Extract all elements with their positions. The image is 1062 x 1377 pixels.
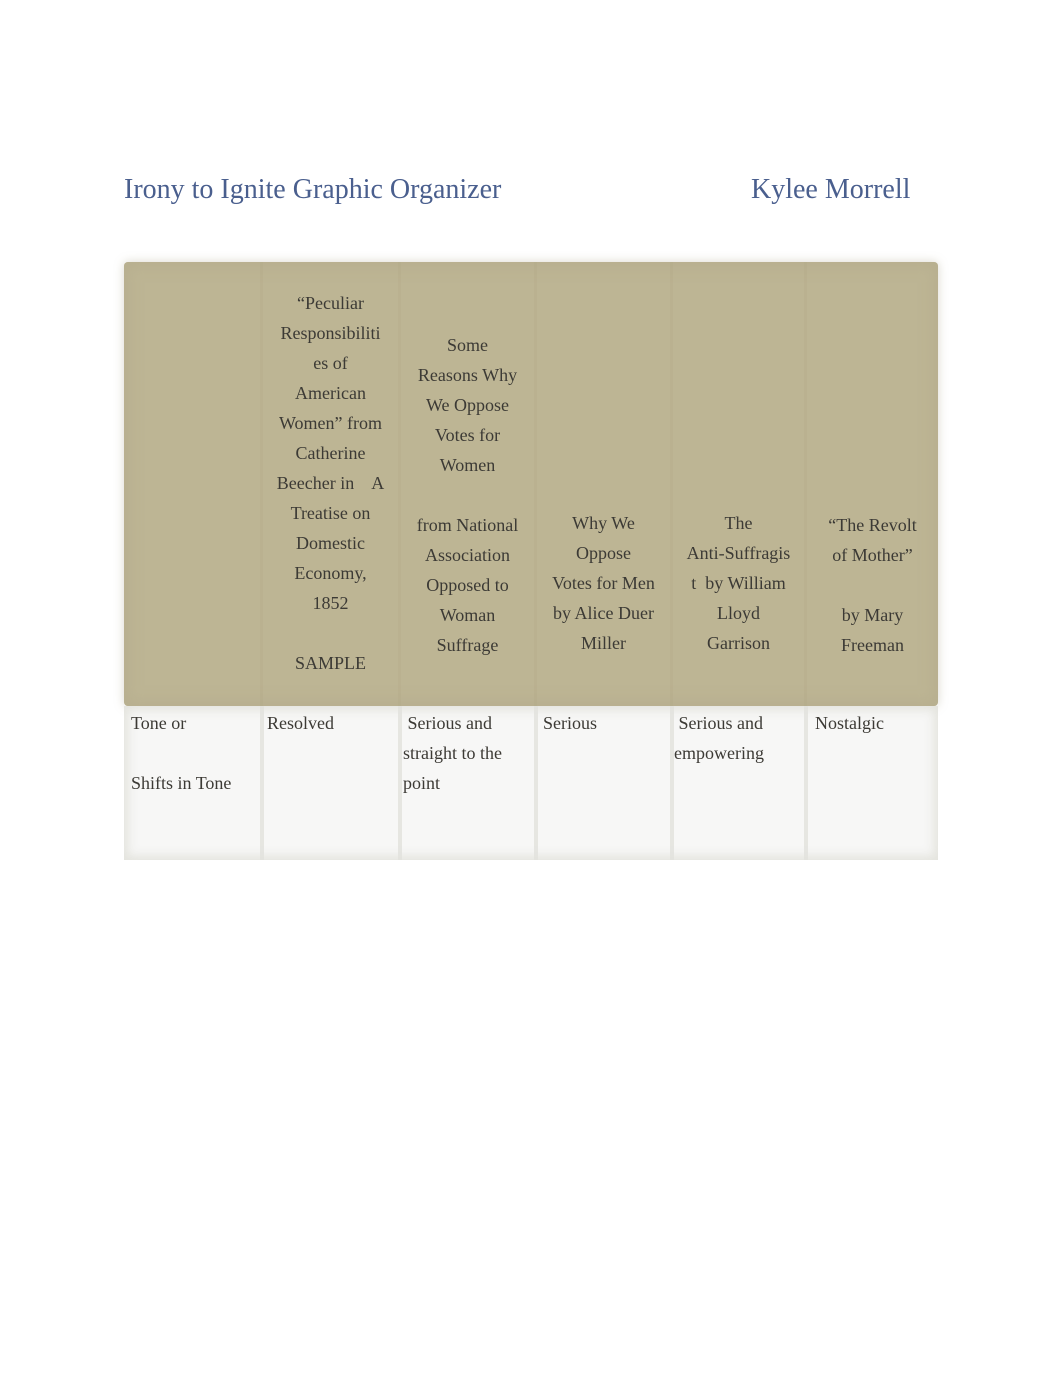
header-line (465, 480, 470, 510)
cell-line: Nostalgic (815, 713, 884, 733)
header-line: Garrison (707, 633, 770, 653)
document-title: Irony to Ignite Graphic Organizer (124, 174, 502, 205)
tone-cell-revolt-of-mother: Nostalgic (804, 706, 938, 860)
cell-line: straight to the (403, 743, 502, 763)
header-line: Opposed to (426, 575, 509, 595)
header-line: Suffrage (436, 635, 499, 655)
row-label-cell: Tone or Shifts in Tone (131, 706, 260, 860)
header-line: Reasons Why (417, 365, 518, 385)
cell-line: empowering (674, 743, 764, 763)
header-line: t by William (691, 573, 786, 593)
cell-line: Resolved (267, 713, 334, 733)
header-line (328, 618, 333, 648)
header-line: from National (416, 515, 519, 535)
header-line: Votes for (434, 425, 501, 445)
header-line: es of (313, 353, 348, 373)
header-line: of Mother” (832, 545, 913, 565)
cell-line: Serious and (674, 713, 764, 733)
header-line: Domestic (296, 533, 365, 553)
tone-cell-anti-suffragist: Serious and empowering (670, 706, 804, 860)
header-line: Anti-Suffragis (686, 543, 791, 563)
cell-line: point (403, 773, 441, 793)
header-line: We Oppose (425, 395, 510, 415)
header-line: Why We (572, 513, 635, 533)
header-line: Catherine (295, 443, 366, 463)
header-line: by Alice Duer (553, 603, 654, 623)
header-cell-some-reasons-why: Some Reasons Why We Oppose Votes for Women f… (398, 262, 534, 706)
header-line (870, 570, 875, 600)
tone-cell-some-reasons-why: Serious and straight to the point (398, 706, 534, 860)
row-label-line-2: Shifts in Tone (131, 773, 232, 793)
header-line: by Mary (841, 605, 904, 625)
header-line: 1852 (312, 593, 349, 613)
header-line: Miller (581, 633, 626, 653)
header-line: Lloyd (717, 603, 760, 623)
header-line: Association (425, 545, 510, 565)
cell-line: Serious (543, 713, 597, 733)
header-line: Some (446, 335, 488, 355)
tone-cell-why-we-oppose-votes-for-men: Serious (534, 706, 670, 860)
header-line: “Peculiar (297, 293, 364, 313)
header-line: SAMPLE (294, 653, 366, 673)
header-line: Beecher in A (276, 473, 385, 493)
header-line: Treatise on (290, 503, 371, 523)
header-cell-revolt-of-mother: “The Revolt of Mother” by Mary Freeman (804, 262, 938, 706)
cell-line: Serious and (403, 713, 493, 733)
header-line: “The Revolt (828, 515, 917, 535)
row-label-line-1: Tone or (131, 713, 187, 733)
header-line: Women” from (278, 413, 383, 433)
header-line: Votes for Men (552, 573, 655, 593)
header-line: Woman (439, 605, 496, 625)
header-cell-anti-suffragist: The Anti-Suffragis t by William Lloyd Garris… (670, 262, 804, 706)
header-line: The (724, 513, 753, 533)
header-line: Responsibiliti (280, 323, 381, 343)
tone-cell-peculiar-responsibilities: Resolved (260, 706, 398, 860)
header-cell-peculiar-responsibilities: “Peculiar Responsibiliti es of American Wome… (260, 262, 398, 706)
header-cell-empty (124, 262, 260, 706)
header-line: Women (439, 455, 496, 475)
graphic-organizer-table: “Peculiar Responsibiliti es of American Wome… (124, 262, 938, 860)
header-line: Economy, (294, 563, 367, 583)
header-line: Oppose (576, 543, 631, 563)
author-name: Kylee Morrell (751, 174, 911, 205)
header-cell-why-we-oppose-votes-for-men: Why We Oppose Votes for Men by Alice Duer Mi… (534, 262, 670, 706)
header-line: American (295, 383, 366, 403)
header-line: Freeman (841, 635, 904, 655)
